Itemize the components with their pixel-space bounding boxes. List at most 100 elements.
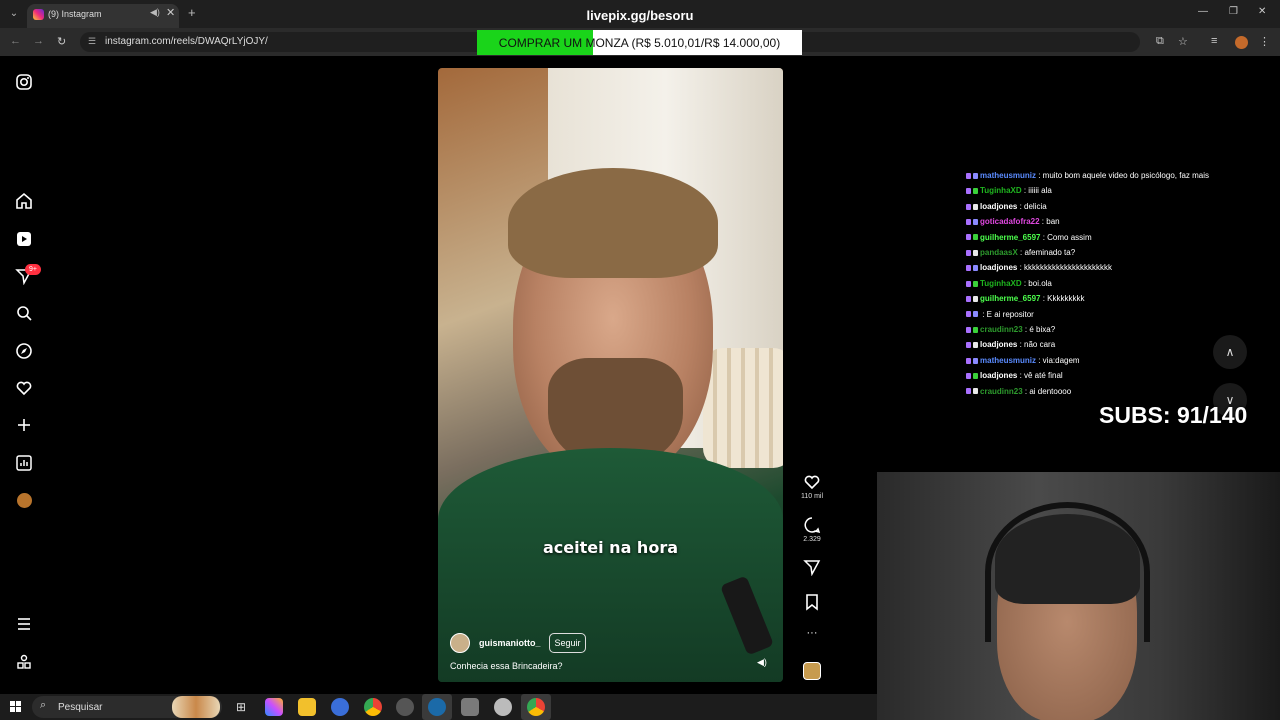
chat-message: matheusmuniz : muito bom aquele video do… <box>966 171 1209 185</box>
file-explorer-icon[interactable] <box>298 698 316 716</box>
chat-badge-icon <box>973 311 978 318</box>
reels-icon[interactable] <box>15 230 33 248</box>
chat-username[interactable]: guilherme_6597 <box>980 233 1040 242</box>
forward-icon[interactable]: → <box>33 35 44 47</box>
chat-username[interactable]: pandaasX <box>980 248 1018 257</box>
chat-username[interactable]: matheusmuniz <box>980 356 1036 365</box>
close-window-icon[interactable]: ✕ <box>1258 6 1266 17</box>
chat-badge-icon <box>973 188 978 195</box>
instagram-icon[interactable] <box>15 73 33 91</box>
steam-icon[interactable] <box>428 698 446 716</box>
share-icon[interactable] <box>803 558 821 577</box>
back-icon[interactable]: ← <box>10 35 21 47</box>
app-icon-8[interactable] <box>461 698 479 716</box>
restore-icon[interactable]: ❐ <box>1229 6 1238 17</box>
home-icon[interactable] <box>15 192 33 210</box>
chat-badge-icon <box>973 172 978 179</box>
app-icon-6[interactable] <box>396 698 414 716</box>
chrome-icon[interactable] <box>364 698 382 716</box>
chat-username[interactable]: TuginhaXD <box>980 186 1022 195</box>
browser-tabstrip: ⌄ (9) Instagram ◀) ✕ + livepix.gg/besoru… <box>0 0 1280 28</box>
like-count: 110 mil <box>800 493 824 500</box>
chat-username[interactable]: loadjones <box>980 202 1017 211</box>
site-info-icon[interactable]: ☰ <box>88 36 96 47</box>
app-icon-9[interactable] <box>494 698 512 716</box>
task-view-icon[interactable]: ⊞ <box>232 698 250 716</box>
stream-overlay-title: livepix.gg/besoru <box>586 8 694 23</box>
sub-badge-icon <box>966 311 971 318</box>
chat-username[interactable]: guilherme_6597 <box>980 294 1040 303</box>
reload-icon[interactable]: ↻ <box>57 35 66 48</box>
url-text[interactable]: instagram.com/reels/DWAQrLYjOJY/ <box>105 36 268 47</box>
comment-count: 2.329 <box>803 536 821 543</box>
chat-badge-icon <box>973 296 978 303</box>
media-control-icon[interactable]: ≡ <box>1211 35 1217 47</box>
browser-tab[interactable]: (9) Instagram ◀) ✕ <box>27 4 179 28</box>
explore-icon[interactable] <box>15 342 33 360</box>
chat-username[interactable]: TuginhaXD <box>980 279 1022 288</box>
chat-badge-icon <box>973 357 978 364</box>
chat-message: loadjones : kkkkkkkkkkkkkkkkkkkkkk <box>966 263 1112 277</box>
create-icon[interactable] <box>15 416 33 434</box>
author-avatar[interactable] <box>450 633 470 653</box>
instagram-favicon-icon <box>33 9 44 20</box>
chat-username[interactable]: craudinn23 <box>980 325 1023 334</box>
chat-text: : ai dentoooo <box>1022 386 1072 396</box>
chat-badge-icon <box>973 373 978 380</box>
tab-audio-icon[interactable]: ◀) <box>150 7 160 18</box>
chat-username[interactable]: loadjones <box>980 263 1017 272</box>
new-tab-icon[interactable]: + <box>188 5 196 20</box>
like-icon[interactable] <box>803 473 821 491</box>
dashboard-icon[interactable] <box>15 454 33 472</box>
stream-chat: matheusmuniz : muito bom aquele video do… <box>966 157 1246 402</box>
browser-menu-icon[interactable]: ⋮ <box>1259 35 1270 48</box>
author-name[interactable]: guismaniotto_ <box>479 638 541 648</box>
sub-badge-icon <box>966 265 971 272</box>
tab-close-icon[interactable]: ✕ <box>166 6 175 19</box>
comment-icon[interactable] <box>803 516 821 534</box>
chat-message: loadjones : não cara <box>966 340 1055 354</box>
donation-goal-bar: COMPRAR UM MONZA (R$ 5.010,01/R$ 14.000,… <box>477 30 802 55</box>
windows-start-icon[interactable] <box>10 701 22 713</box>
chat-username[interactable]: craudinn23 <box>980 387 1023 396</box>
volume-icon[interactable]: ◀) <box>757 657 767 668</box>
audio-thumbnail[interactable] <box>803 662 821 680</box>
chat-username[interactable]: loadjones <box>980 371 1017 380</box>
apps-icon[interactable] <box>15 653 33 671</box>
scroll-up-icon[interactable]: ∧ <box>1213 335 1247 369</box>
chat-username[interactable]: loadjones <box>980 340 1017 349</box>
minimize-icon[interactable]: — <box>1198 6 1208 17</box>
heart-icon[interactable] <box>15 379 33 397</box>
chat-message: pandaasX : afeminado ta? <box>966 248 1075 262</box>
sub-badge-icon <box>966 188 971 195</box>
copilot-icon[interactable] <box>265 698 283 716</box>
sub-badge-icon <box>966 249 971 256</box>
search-icon[interactable] <box>15 304 33 322</box>
sub-badge-icon <box>966 219 971 226</box>
chat-text: : iiiiii ala <box>1021 186 1052 196</box>
menu-icon[interactable] <box>15 615 33 633</box>
subs-counter: SUBS: 91/140 <box>1099 402 1248 428</box>
chat-text: : Como assim <box>1040 232 1092 242</box>
sub-badge-icon <box>966 357 971 364</box>
bookmark-star-icon[interactable]: ☆ <box>1178 35 1188 48</box>
browser-app-icon[interactable] <box>331 698 349 716</box>
tab-search-icon[interactable]: ⌄ <box>6 6 22 22</box>
install-app-icon[interactable]: ⧉ <box>1156 35 1164 48</box>
chat-username[interactable]: goticadafofra22 <box>980 217 1040 226</box>
save-icon[interactable] <box>803 593 821 611</box>
taskbar-search[interactable]: ⌕ Pesquisar <box>32 696 222 718</box>
streamer-headset <box>985 502 1150 642</box>
profile-avatar[interactable] <box>17 493 32 508</box>
reel-video[interactable]: aceitei na hora guismaniotto_ Seguir Con… <box>438 68 783 682</box>
browser-profile-avatar[interactable] <box>1235 36 1248 49</box>
sub-badge-icon <box>966 280 971 287</box>
chrome-active-icon[interactable] <box>527 698 545 716</box>
screen: ⌄ (9) Instagram ◀) ✕ + livepix.gg/besoru… <box>0 0 1280 720</box>
chat-username[interactable]: matheusmuniz <box>980 171 1036 180</box>
video-caption: aceitei na hora <box>543 538 678 557</box>
follow-button[interactable]: Seguir <box>549 633 586 653</box>
chat-badge-icon <box>973 234 978 241</box>
more-options-icon[interactable]: ··· <box>803 627 821 639</box>
background-pillow <box>703 348 783 468</box>
